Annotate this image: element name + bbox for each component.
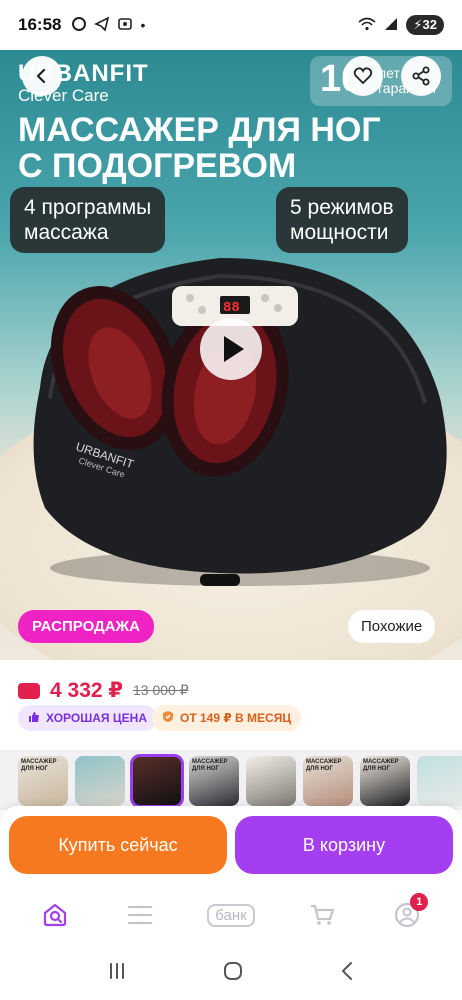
shield-icon: [162, 710, 174, 726]
home-circle-icon: [223, 961, 242, 980]
current-price: 4 332 ₽: [50, 679, 123, 702]
gallery-thumbnail[interactable]: МАССАЖЕР ДЛЯ НОГ: [18, 756, 68, 806]
thumbnail-caption: МАССАЖЕР ДЛЯ НОГ: [21, 759, 57, 772]
status-time: 16:58: [18, 15, 62, 34]
thumbnail-list: МАССАЖЕР ДЛЯ НОГ МАССАЖЕР ДЛЯ НОГ МАССАЖЕР…: [18, 754, 462, 808]
product-gallery[interactable]: 88 URBANFIT Clever Care URBANFIT Clever …: [0, 50, 462, 660]
cart-icon: [311, 904, 335, 925]
home-button[interactable]: [222, 960, 244, 987]
nav-bank[interactable]: банк: [200, 895, 262, 935]
sale-badge: РАСПРОДАЖА: [18, 610, 154, 643]
installment-chip[interactable]: ОТ 149 ₽ В МЕСЯЦ: [152, 705, 302, 731]
wallet-icon: [18, 682, 40, 699]
nav-cart[interactable]: [297, 895, 347, 935]
old-price: 13 000 ₽: [133, 682, 189, 698]
share-button[interactable]: [401, 56, 441, 96]
back-chevron-icon: [341, 961, 352, 980]
screenshot-icon: [117, 16, 133, 35]
device-display: 88: [223, 300, 240, 316]
battery-indicator: ⚡32: [406, 15, 444, 35]
chat-icon: [71, 16, 87, 35]
recent-apps-button[interactable]: [107, 962, 127, 985]
heart-icon: [353, 67, 373, 85]
gallery-thumbnail[interactable]: МАССАЖЕР ДЛЯ НОГ: [189, 756, 239, 806]
gallery-thumbnail[interactable]: [75, 756, 125, 806]
thumbnail-strip: МАССАЖЕР ДЛЯ НОГ МАССАЖЕР ДЛЯ НОГ МАССАЖЕР…: [0, 750, 462, 810]
nav-catalog[interactable]: [115, 895, 165, 935]
system-navigation: [0, 946, 462, 1000]
buy-now-button[interactable]: Купить сейчас: [9, 816, 227, 874]
telegram-icon: [94, 16, 110, 35]
favorite-button[interactable]: [343, 56, 383, 96]
purchase-bar: Купить сейчас В корзину: [0, 806, 462, 884]
thumbnail-caption: МАССАЖЕР ДЛЯ НОГ: [363, 759, 399, 772]
nav-profile[interactable]: 1: [382, 893, 432, 935]
thumbnail-caption: МАССАЖЕР ДЛЯ НОГ: [306, 759, 342, 772]
back-system-button[interactable]: [339, 961, 355, 986]
signal-icon: [384, 17, 398, 34]
back-button[interactable]: [22, 56, 62, 96]
arrow-left-icon: [36, 68, 46, 84]
gallery-thumbnail[interactable]: МАССАЖЕР ДЛЯ НОГ: [360, 756, 410, 806]
similar-button[interactable]: Похожие: [348, 610, 436, 643]
good-price-chip[interactable]: ХОРОШАЯ ЦЕНА: [18, 705, 157, 731]
wifi-icon: [358, 17, 376, 34]
price-section: 4 332 ₽ 13 000 ₽ ХОРОШАЯ ЦЕНА ОТ 149 ₽ В…: [0, 660, 462, 750]
recent-apps-icon: [110, 962, 125, 979]
share-icon: [412, 66, 430, 86]
play-icon: [224, 336, 244, 362]
bottom-navigation: банк 1: [0, 884, 462, 946]
hero-title: МАССАЖЕР ДЛЯ НОГ С ПОДОГРЕВОМ: [18, 111, 381, 185]
menu-icon: [127, 905, 152, 925]
thumbnail-caption: МАССАЖЕР ДЛЯ НОГ: [192, 759, 228, 772]
search-home-icon: [43, 903, 66, 927]
dot-icon: •: [140, 17, 146, 33]
gallery-thumbnail[interactable]: [246, 756, 296, 806]
add-to-cart-button[interactable]: В корзину: [235, 816, 453, 874]
play-video-button[interactable]: [200, 318, 262, 380]
status-bar: 16:58 • ⚡32: [0, 0, 462, 50]
thumbs-up-icon: [28, 711, 40, 726]
profile-badge: 1: [410, 893, 429, 911]
feature-programs: 4 программы массажа: [10, 187, 166, 253]
gallery-thumbnail[interactable]: [130, 754, 184, 808]
nav-search[interactable]: [30, 895, 80, 935]
gallery-thumbnail[interactable]: [417, 756, 462, 806]
gallery-thumbnail[interactable]: МАССАЖЕР ДЛЯ НОГ: [303, 756, 353, 806]
feature-modes: 5 режимов мощности: [276, 187, 408, 253]
product-screen: 16:58 • ⚡32 88 URBANFIT Clever Care URBA…: [0, 0, 462, 1000]
foot-massager-image: 88 URBANFIT Clever Care: [33, 258, 447, 586]
